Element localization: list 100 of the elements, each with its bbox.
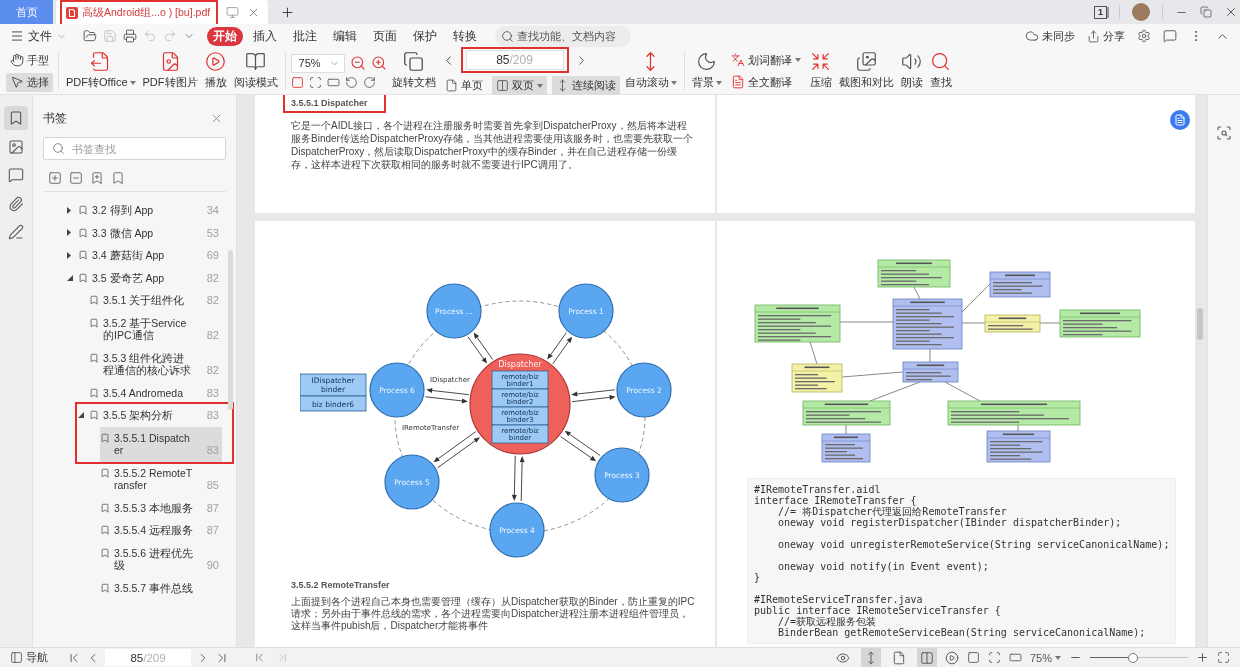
auto-scroll-button[interactable]: 自动滚动 xyxy=(622,50,679,92)
bookmark-item[interactable]: 3.5.5.7 事件总线 xyxy=(100,576,222,599)
bookmark-item[interactable]: 3.5.5.4 远程服务 87 xyxy=(100,519,222,542)
page-number-field[interactable]: 85/209 xyxy=(465,50,564,70)
page-number: 83 xyxy=(205,444,220,457)
avatar[interactable] xyxy=(1132,3,1150,21)
screenshot-compare-button[interactable]: 截图和对比 xyxy=(836,50,896,92)
tool-button[interactable]: 选择 xyxy=(6,72,53,92)
square-icon[interactable] xyxy=(290,75,304,89)
paragraph: 上面提到各个进程自己本身也需要管理（缓存）从Dispatcher获取的Binder，防止重复的IPC请求；另外由于事件总线的需求，各个进程需要向Dispatcher进程注册本进程组件管理员，这样当事件pubish后，Dispatcher才能将事件 xyxy=(291,596,696,632)
folder-icon[interactable] xyxy=(83,29,97,43)
layout-button[interactable]: 双页 xyxy=(491,76,547,95)
menu-tab[interactable]: 插入 xyxy=(247,26,283,46)
zoom-select[interactable]: 75% xyxy=(290,53,345,73)
rotate-document-button[interactable]: 旋转文档 xyxy=(389,50,438,92)
menu-tab[interactable]: 开始 xyxy=(207,26,243,46)
bookmark-item[interactable]: 3.3 微信 App 53 xyxy=(78,221,222,244)
document-tab[interactable]: 高级Android组...o ) [bu].pdf xyxy=(56,0,269,24)
rotate-right-icon[interactable] xyxy=(362,75,376,89)
translate-button[interactable]: 全文翻译 xyxy=(726,72,796,92)
menu-tab[interactable]: 保护 xyxy=(407,26,443,46)
caret-right-icon[interactable] xyxy=(67,251,71,259)
tool-button[interactable]: 手型 xyxy=(6,50,53,70)
rectangle-icon[interactable] xyxy=(1008,651,1022,664)
bookmark-label: 3.5.3 组件化跨进程通信的核心诉求 xyxy=(103,351,192,377)
compress-button[interactable]: 压缩 xyxy=(807,50,834,92)
close-icon[interactable] xyxy=(1224,5,1238,19)
layout-button[interactable]: 连续阅读 xyxy=(551,76,620,95)
zoom-menu-button[interactable]: 75% xyxy=(1029,651,1061,664)
zoom-in-icon[interactable] xyxy=(370,55,387,71)
plus-icon[interactable] xyxy=(280,4,296,20)
view-mode-button[interactable] xyxy=(860,648,881,667)
background-button[interactable]: 背景 xyxy=(689,50,724,92)
read-aloud-button[interactable]: 朗读 xyxy=(898,50,925,92)
menu-tab[interactable]: 批注 xyxy=(287,26,323,46)
monitor-icon[interactable] xyxy=(226,5,240,19)
convert-to-office-button[interactable]: PDF转Office xyxy=(64,50,138,92)
bookmark-item[interactable]: 3.5.5.1 Dispatcher 83 xyxy=(100,426,222,462)
bookmark-icon[interactable] xyxy=(111,171,125,185)
bookmark-item[interactable]: 3.5.5.6 进程优先级 90 xyxy=(100,541,222,577)
bookmark-item[interactable]: 3.5.5.3 本地服务 87 xyxy=(100,496,222,519)
square-plus-icon[interactable] xyxy=(48,171,62,185)
square-icon[interactable] xyxy=(966,651,980,664)
window-number-badge[interactable]: 1 xyxy=(1094,5,1107,19)
bookmark-item[interactable]: 3.5.3 组件化跨进程通信的核心诉求 82 xyxy=(89,346,222,382)
plus-icon[interactable] xyxy=(1196,651,1209,664)
navigation-button[interactable]: 导航 xyxy=(10,650,48,665)
moon-icon xyxy=(696,51,718,72)
bookmark-item[interactable]: 3.5.1 关于组件化 82 xyxy=(89,289,222,312)
find-button[interactable]: 查找 xyxy=(927,50,954,92)
reading-mode-button[interactable]: 阅读模式 xyxy=(231,50,280,92)
restore-icon[interactable] xyxy=(1200,6,1212,18)
bookmark-item[interactable]: 3.5.2 基于Service的IPC通信 82 xyxy=(89,311,222,347)
scan-frame-icon[interactable] xyxy=(987,651,1001,664)
view-mode-button[interactable] xyxy=(916,648,937,667)
caret-down-icon[interactable] xyxy=(67,274,73,281)
bookmark-item[interactable]: 3.2 得到 App 34 xyxy=(78,199,222,222)
convert-to-image-button[interactable]: PDF转图片 xyxy=(140,50,200,92)
play-button[interactable]: 播放 xyxy=(202,50,229,92)
menu-tab[interactable]: 转换 xyxy=(447,26,483,46)
bookmark-plus-icon[interactable] xyxy=(90,171,104,185)
printer-icon[interactable] xyxy=(123,29,137,43)
file-menu-button[interactable]: 文件 xyxy=(8,28,69,44)
settings-icon[interactable] xyxy=(1137,29,1151,43)
scrollbar-thumb[interactable] xyxy=(228,250,233,410)
code-block: #IRemoteTransfer.aidl interface IRemoteTransfer { //= 将Dispatcher代理返回给RemoteTransfer oneway void registerDispatcher(IBinder dispatcherBinder); oneway void unregisterRemoteService(String serviceCanonicalName); oneway void notify(in Event event); } #IRemoteServiceTransfer.java public interface IRemoteServiceTransfer { //=获取远程服务包装 BinderBean getRemoteServiceBean(String serviceCanonicalName); xyxy=(747,478,1177,644)
comment-icon[interactable] xyxy=(1163,29,1177,43)
play-icon[interactable] xyxy=(944,650,959,665)
caret-right-icon[interactable] xyxy=(67,206,71,214)
page-number-field[interactable]: 85/209 xyxy=(105,649,191,666)
pen-icon xyxy=(8,224,24,240)
scan-search-icon[interactable] xyxy=(1216,125,1232,141)
maximize-icon[interactable] xyxy=(1217,651,1230,664)
scrollbar-thumb[interactable] xyxy=(1197,308,1203,340)
sidebar-tab[interactable] xyxy=(4,106,28,130)
bookmark-item[interactable]: 3.4 蘑菇街 App 69 xyxy=(78,244,222,267)
menu-tab[interactable]: 页面 xyxy=(367,26,403,46)
caret-down-icon[interactable] xyxy=(78,412,84,419)
share-button[interactable]: 分享 xyxy=(1087,28,1125,44)
slider-thumb[interactable] xyxy=(1127,652,1138,663)
layout-button[interactable]: 单页 xyxy=(440,76,487,95)
menu-tab[interactable]: 编辑 xyxy=(327,26,363,46)
search-field[interactable]: 查找功能、文档内容 xyxy=(495,25,631,47)
zoom-out-icon[interactable] xyxy=(349,55,366,71)
page-number: 82 xyxy=(205,271,220,284)
caret-right-icon[interactable] xyxy=(67,229,71,237)
search-field[interactable]: 书签查找 xyxy=(43,137,226,160)
bookmark-label: 3.5.5.6 进程优先级 xyxy=(114,546,194,572)
image-icon xyxy=(8,138,24,155)
translate-button[interactable]: 划词翻译 xyxy=(726,50,805,70)
bookmark-item[interactable]: 3.5.5 架构分析 83 xyxy=(89,404,222,427)
bookmark-item[interactable]: 3.5 爱奇艺 App 82 xyxy=(78,266,222,289)
back-icon[interactable] xyxy=(253,651,266,664)
connector-line xyxy=(961,283,991,313)
square-minus-icon[interactable] xyxy=(69,171,83,185)
bookmark-item[interactable]: 3.5.5.2 RemoteTransfer 85 xyxy=(100,461,222,497)
scan-frame-icon[interactable] xyxy=(308,75,322,89)
bookmark-item[interactable]: 3.5.4 Andromeda 83 xyxy=(89,381,222,404)
sync-button[interactable]: 未同步 xyxy=(1025,28,1075,44)
rotate-left-icon[interactable] xyxy=(344,75,358,89)
